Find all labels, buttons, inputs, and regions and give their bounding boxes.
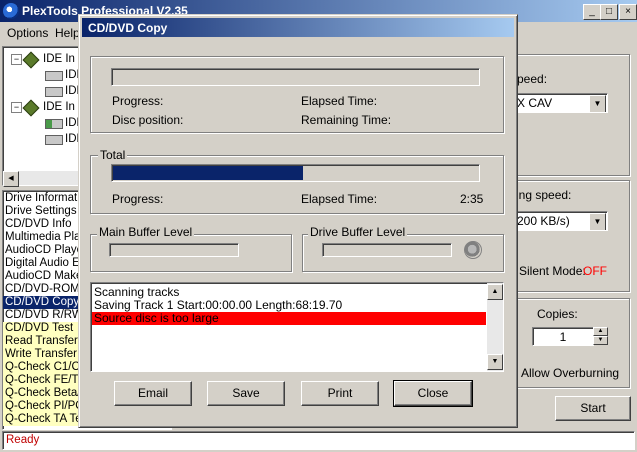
ide-bus-icon [22, 51, 40, 69]
remaining-time-label: Remaining Time: [301, 113, 392, 127]
copies-label: Copies: [537, 307, 578, 321]
scroll-left-icon[interactable]: ◀ [3, 171, 19, 187]
scroll-down-icon[interactable]: ▼ [487, 354, 503, 370]
copies-spinner[interactable]: ▲ ▼ [593, 327, 608, 345]
disc-position-label: Disc position: [112, 113, 184, 127]
minimize-icon: _ [589, 6, 595, 17]
print-button[interactable]: Print [301, 381, 379, 406]
drive-buffer-bar [322, 243, 452, 257]
total-progress-fill [113, 166, 303, 180]
copies-value: 1 [559, 330, 567, 344]
status-bar: Ready [2, 431, 635, 450]
read-speed-select[interactable]: X CAV ▼ [513, 93, 608, 113]
cd-drive-icon [45, 119, 63, 129]
tree-item-label: IDE In [43, 53, 75, 65]
track-progress-label: Progress: [112, 94, 164, 108]
maximize-button[interactable]: □ [600, 4, 618, 20]
tree-expand-icon[interactable]: − [11, 54, 22, 65]
save-button[interactable]: Save [207, 381, 285, 406]
menu-options[interactable]: Options [7, 26, 48, 40]
track-elapsed-label: Elapsed Time: [301, 94, 378, 108]
total-progress-bar [111, 164, 480, 182]
drive-icon [45, 71, 63, 81]
plextools-logo-icon [3, 3, 19, 19]
drive-icon [45, 87, 63, 97]
read-speed-value: X CAV [517, 96, 553, 110]
start-button[interactable]: Start [555, 396, 631, 421]
ide-bus-icon [22, 99, 40, 117]
log-output[interactable]: Scanning tracks Saving Track 1 Start:00:0… [90, 282, 504, 372]
menu-help[interactable]: Help [55, 26, 80, 40]
close-icon: × [625, 6, 631, 17]
dialog-titlebar[interactable]: CD/DVD Copy [82, 18, 514, 37]
total-elapsed-label: Elapsed Time: [301, 192, 378, 206]
total-elapsed-value: 2:35 [460, 192, 484, 206]
drive-buffer-indicator-icon [464, 241, 482, 259]
write-speed-label: ing speed: [516, 188, 572, 202]
log-line: Source disc is too large [92, 312, 486, 325]
tree-item-label: IDE In [43, 101, 75, 113]
scroll-up-icon[interactable]: ▲ [487, 284, 503, 300]
drive-buffer-label: Drive Buffer Level [308, 225, 408, 239]
chevron-down-icon[interactable]: ▼ [589, 213, 606, 230]
status-text: Ready [6, 434, 40, 446]
total-progress-label: Progress: [112, 192, 164, 206]
log-scrollbar[interactable]: ▲ ▼ [487, 283, 503, 371]
main-buffer-label: Main Buffer Level [97, 225, 195, 239]
email-button[interactable]: Email [114, 381, 192, 406]
drive-icon [45, 135, 63, 145]
close-button[interactable]: Close [393, 380, 473, 407]
spin-up-icon[interactable]: ▲ [593, 327, 608, 336]
allow-overburning-label[interactable]: Allow Overburning [521, 366, 619, 380]
write-speed-select[interactable]: 200 KB/s) ▼ [513, 211, 608, 231]
main-buffer-bar [109, 243, 239, 257]
chevron-down-icon[interactable]: ▼ [589, 95, 606, 112]
dialog-title: CD/DVD Copy [88, 21, 168, 35]
silent-mode-label: Silent Mode: [519, 264, 586, 278]
copies-input[interactable]: 1 [532, 327, 594, 346]
tree-expand-icon[interactable]: − [11, 102, 22, 113]
total-group-label: Total [98, 148, 128, 162]
silent-mode-value[interactable]: OFF [583, 264, 607, 278]
maximize-icon: □ [605, 6, 613, 17]
minimize-button[interactable]: _ [583, 4, 601, 20]
track-progress-bar [111, 68, 480, 86]
close-window-button[interactable]: × [619, 4, 637, 20]
cd-dvd-copy-dialog: CD/DVD Copy Progress: Elapsed Time: Disc… [78, 14, 518, 428]
read-speed-label: peed: [517, 72, 548, 86]
spin-down-icon[interactable]: ▼ [593, 336, 608, 345]
write-speed-value: 200 KB/s) [517, 214, 570, 228]
